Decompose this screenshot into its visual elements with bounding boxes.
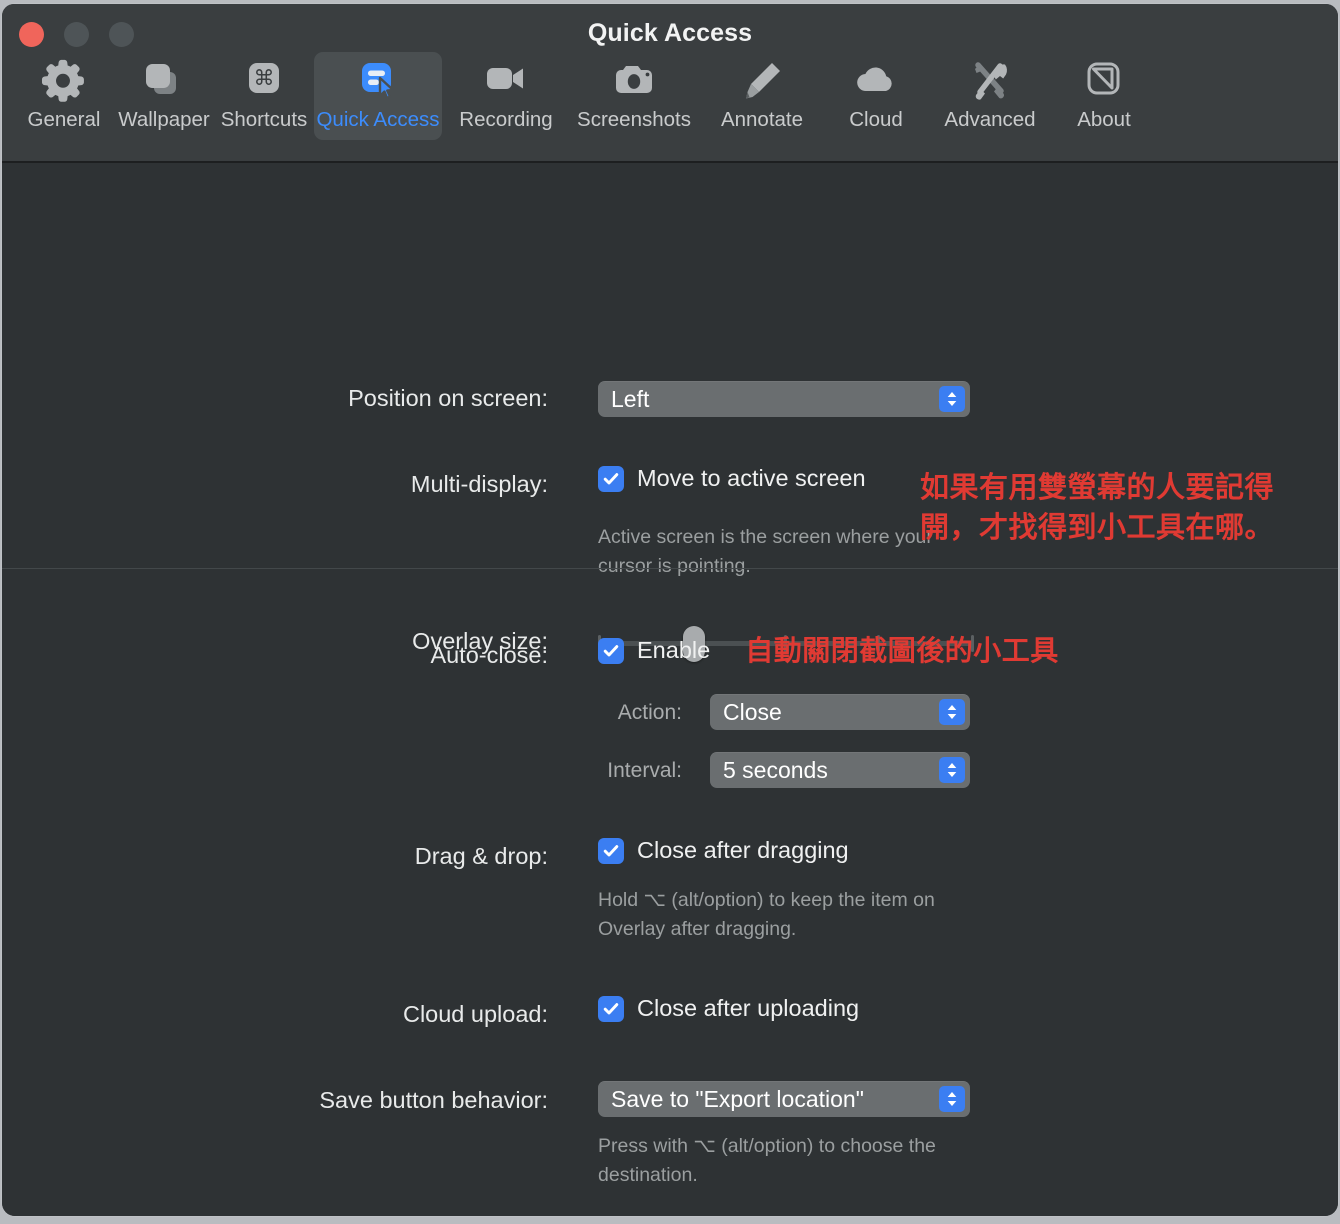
tab-quick-access[interactable]: Quick Access [314, 52, 442, 140]
cloud-upload-row-label: Cloud upload: [402, 1001, 548, 1027]
drag-drop-help-text: Hold ⌥ (alt/option) to keep the item on … [598, 889, 935, 940]
save-behavior-row-label: Save button behavior: [319, 1087, 548, 1113]
camera-icon [610, 60, 658, 104]
tab-general-label: General [27, 108, 101, 131]
auto-close-enable-label: Enable [637, 637, 711, 664]
app-logo-icon [1080, 60, 1128, 104]
wallpaper-icon [140, 60, 188, 104]
settings-content: Position on screen: Left Multi-display: … [2, 163, 1338, 1216]
move-to-active-screen-checkbox-row[interactable]: Move to active screen [598, 466, 866, 492]
multi-display-annotation: 如果有用雙螢幕的人要記得開，才找得到小工具在哪。 [920, 472, 1275, 544]
position-on-screen-value: Left [611, 387, 650, 411]
auto-close-action-value: Close [723, 700, 782, 724]
tab-advanced[interactable]: Advanced [926, 52, 1054, 140]
command-key-icon: ⌘ [240, 60, 288, 104]
tab-annotate[interactable]: Annotate [698, 52, 826, 140]
chevron-up-down-icon [939, 699, 965, 725]
chevron-up-down-icon [939, 386, 965, 412]
drag-drop-row-label: Drag & drop: [414, 843, 548, 869]
gear-icon [40, 59, 88, 104]
preferences-toolbar: General Wallpaper ⌘ Shortcuts Quick Acce… [2, 52, 1338, 140]
auto-close-enable-checkbox-row[interactable]: Enable 自動關閉截圖後的小工具 [598, 637, 1059, 665]
window-titlebar: Quick Access General Wallpaper ⌘ Shortcu… [2, 4, 1338, 163]
tab-wallpaper-label: Wallpaper [118, 108, 210, 131]
chevron-up-down-icon [939, 757, 965, 783]
window-title: Quick Access [587, 19, 753, 47]
close-after-uploading-label: Close after uploading [637, 995, 860, 1022]
save-button-behavior-value: Save to "Export location" [611, 1087, 864, 1111]
tab-cloud[interactable]: Cloud [826, 52, 926, 140]
close-after-dragging-checkbox-row[interactable]: Close after dragging [598, 838, 849, 864]
tab-quick-access-label: Quick Access [316, 108, 440, 131]
tab-shortcuts[interactable]: ⌘ Shortcuts [214, 52, 314, 140]
close-after-dragging-label: Close after dragging [637, 837, 849, 864]
tab-about-label: About [1077, 108, 1131, 131]
marker-pen-icon [738, 60, 786, 104]
tab-cloud-label: Cloud [849, 108, 903, 131]
auto-close-interval-value: 5 seconds [723, 758, 828, 782]
move-to-active-screen-checkbox[interactable] [598, 466, 624, 492]
tab-screenshots-label: Screenshots [577, 108, 691, 131]
close-after-uploading-checkbox-row[interactable]: Close after uploading [598, 996, 859, 1022]
tab-recording[interactable]: Recording [442, 52, 570, 140]
auto-close-annotation: 自動關閉截圖後的小工具 [745, 635, 1059, 666]
tools-icon [966, 60, 1014, 104]
save-behavior-help-text: Press with ⌥ (alt/option) to choose the … [598, 1135, 936, 1186]
preferences-window: Quick Access General Wallpaper ⌘ Shortcu… [2, 4, 1338, 1216]
tab-screenshots[interactable]: Screenshots [570, 52, 698, 140]
cloud-icon [852, 60, 900, 104]
position-row-label: Position on screen: [348, 385, 548, 411]
tab-about[interactable]: About [1054, 52, 1154, 140]
close-after-uploading-checkbox[interactable] [598, 996, 624, 1022]
action-row-label: Action: [617, 701, 682, 724]
quick-access-icon [354, 60, 402, 104]
tab-recording-label: Recording [459, 108, 553, 131]
section-divider [2, 568, 1338, 569]
auto-close-enable-checkbox[interactable] [598, 638, 624, 664]
tab-annotate-label: Annotate [720, 108, 804, 131]
position-on-screen-select[interactable]: Left [598, 381, 970, 417]
close-after-dragging-checkbox[interactable] [598, 838, 624, 864]
tab-advanced-label: Advanced [944, 108, 1036, 131]
auto-close-row-label: Auto-close: [430, 642, 548, 668]
move-to-active-screen-label: Move to active screen [637, 465, 866, 492]
auto-close-action-select[interactable]: Close [710, 694, 970, 730]
save-button-behavior-select[interactable]: Save to "Export location" [598, 1081, 970, 1117]
tab-general[interactable]: General [14, 52, 114, 140]
video-camera-icon [482, 60, 530, 104]
interval-row-label: Interval: [607, 759, 682, 782]
tab-wallpaper[interactable]: Wallpaper [114, 52, 214, 140]
svg-text:⌘: ⌘ [254, 66, 275, 90]
tab-shortcuts-label: Shortcuts [220, 108, 308, 131]
auto-close-interval-select[interactable]: 5 seconds [710, 752, 970, 788]
chevron-up-down-icon [939, 1086, 965, 1112]
multi-display-row-label: Multi-display: [410, 471, 548, 497]
